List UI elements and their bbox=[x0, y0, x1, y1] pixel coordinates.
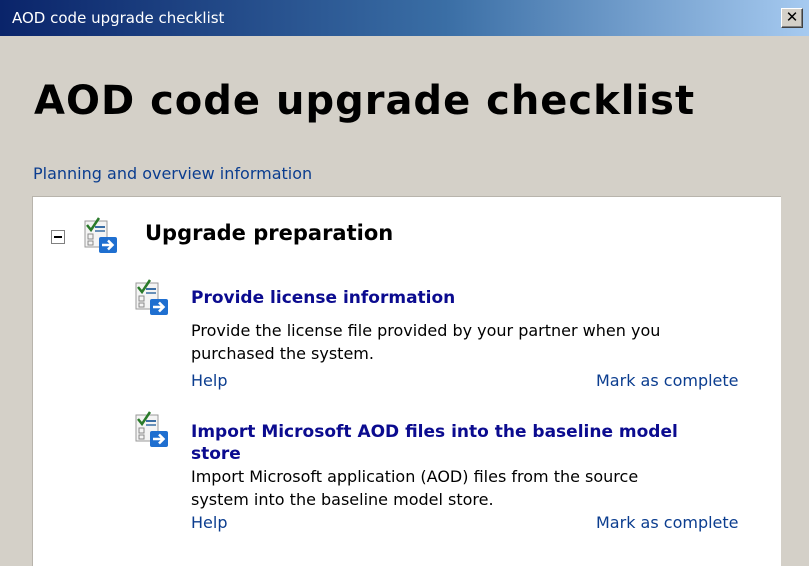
mark-complete-link-import-aod[interactable]: Mark as complete bbox=[596, 513, 739, 532]
description-line: purchased the system. bbox=[191, 344, 374, 363]
description-line: Provide the license file provided by you… bbox=[191, 321, 661, 340]
page-title: AOD code upgrade checklist bbox=[34, 78, 696, 124]
checklist-panel: Upgrade preparation Provide license info… bbox=[32, 196, 781, 566]
checklist-arrow-icon bbox=[135, 279, 168, 315]
planning-overview-link[interactable]: Planning and overview information bbox=[33, 164, 312, 183]
item-title-line: Import Microsoft AOD files into the base… bbox=[191, 422, 678, 442]
minus-box-icon[interactable] bbox=[51, 230, 65, 244]
checklist-arrow-icon bbox=[135, 411, 168, 447]
help-link-import-aod[interactable]: Help bbox=[191, 513, 227, 532]
item-description-license: Provide the license file provided by you… bbox=[191, 319, 771, 365]
checklist-arrow-icon bbox=[84, 217, 117, 253]
title-bar[interactable]: AOD code upgrade checklist ✕ bbox=[0, 0, 809, 36]
checklist-window: AOD code upgrade checklist ✕ AOD code up… bbox=[0, 0, 809, 566]
section-title[interactable]: Upgrade preparation bbox=[145, 221, 393, 245]
item-title-import-aod[interactable]: Import Microsoft AOD files into the base… bbox=[191, 421, 678, 465]
close-button[interactable]: ✕ bbox=[781, 8, 803, 28]
item-description-import-aod: Import Microsoft application (AOD) files… bbox=[191, 465, 771, 511]
item-title-license[interactable]: Provide license information bbox=[191, 288, 455, 308]
description-line: system into the baseline model store. bbox=[191, 490, 494, 509]
item-title-line: store bbox=[191, 444, 241, 464]
description-line: Import Microsoft application (AOD) files… bbox=[191, 467, 639, 486]
window-title: AOD code upgrade checklist bbox=[12, 9, 225, 27]
close-icon: ✕ bbox=[785, 8, 799, 26]
mark-complete-link-license[interactable]: Mark as complete bbox=[596, 371, 739, 390]
help-link-license[interactable]: Help bbox=[191, 371, 227, 390]
